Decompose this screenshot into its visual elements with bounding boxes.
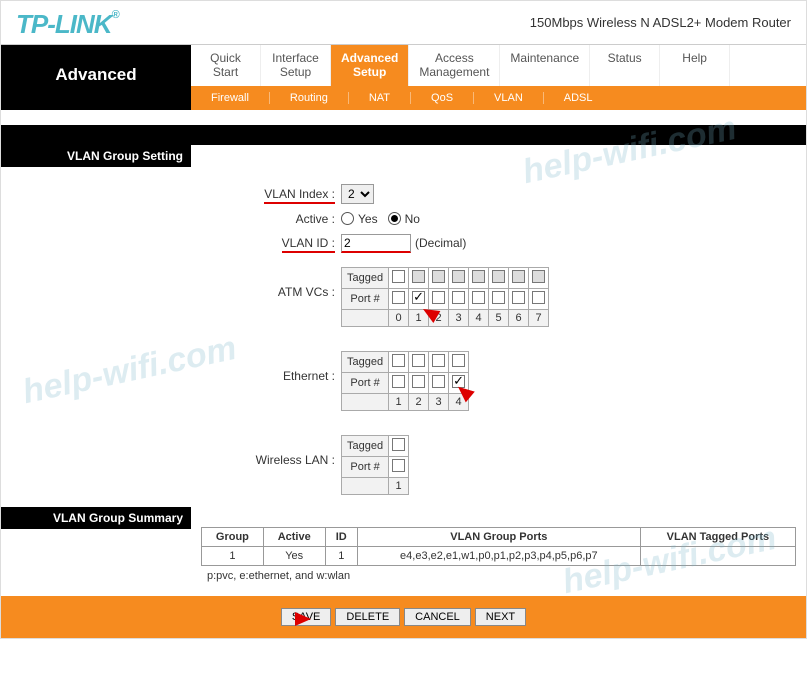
main-tab-status[interactable]: Status — [590, 45, 660, 86]
eth-grid-port-2[interactable] — [432, 375, 445, 388]
eth-grid-tagged-0[interactable] — [392, 354, 405, 367]
summary-col: Active — [263, 527, 325, 546]
eth-grid-port-1[interactable] — [412, 375, 425, 388]
summary-cell: Yes — [263, 546, 325, 565]
vlan-id-input[interactable] — [341, 234, 411, 253]
eth-grid-tagged-3[interactable] — [452, 354, 465, 367]
sub-tab-qos[interactable]: QoS — [411, 92, 474, 104]
active-label: Active : — [211, 212, 341, 226]
cancel-button[interactable]: CANCEL — [404, 608, 471, 626]
sub-tab-adsl[interactable]: ADSL — [544, 92, 613, 104]
main-tab-advanced-setup[interactable]: Advanced Setup — [331, 45, 409, 86]
arrow-indicator — [251, 608, 311, 630]
summary-cell: e4,e3,e2,e1,w1,p0,p1,p2,p3,p4,p5,p6,p7 — [357, 546, 640, 565]
wlan-grid-tagged-0[interactable] — [392, 438, 405, 451]
main-tab-access-management[interactable]: Access Management — [409, 45, 500, 86]
atm-grid-port-7[interactable] — [532, 291, 545, 304]
ethernet-port-grid: TaggedPort #1234 — [341, 351, 469, 411]
vlan-index-select[interactable]: 2 — [341, 184, 374, 204]
nav-section-label: Advanced — [1, 45, 191, 110]
summary-cell: 1 — [202, 546, 264, 565]
main-tab-maintenance[interactable]: Maintenance — [500, 45, 590, 86]
atm-grid-tagged-2[interactable] — [432, 270, 445, 283]
summary-cell: 1 — [325, 546, 357, 565]
atm-grid-port-1[interactable] — [412, 291, 425, 304]
main-tab-quick-start[interactable]: Quick Start — [191, 45, 261, 86]
atm-grid-tagged-1[interactable] — [412, 270, 425, 283]
summary-legend: p:pvc, e:ethernet, and w:wlan — [201, 566, 796, 582]
wlan-grid-port-0[interactable] — [392, 459, 405, 472]
summary-col: Group — [202, 527, 264, 546]
vlan-id-suffix: (Decimal) — [415, 236, 466, 250]
vlan-summary-table: GroupActiveIDVLAN Group PortsVLAN Tagged… — [201, 527, 796, 566]
wireless-lan-label: Wireless LAN : — [211, 435, 341, 467]
next-button[interactable]: NEXT — [475, 608, 526, 626]
summary-col: VLAN Group Ports — [357, 527, 640, 546]
summary-col: ID — [325, 527, 357, 546]
summary-cell — [640, 546, 795, 565]
vlan-index-label: VLAN Index : — [264, 187, 335, 204]
atm-grid-tagged-6[interactable] — [512, 270, 525, 283]
main-tab-interface-setup[interactable]: Interface Setup — [261, 45, 331, 86]
atm-grid-tagged-7[interactable] — [532, 270, 545, 283]
product-name: 150Mbps Wireless N ADSL2+ Modem Router — [530, 15, 791, 30]
atm-grid-port-0[interactable] — [392, 291, 405, 304]
atm-grid-port-3[interactable] — [452, 291, 465, 304]
atm-vcs-label: ATM VCs : — [211, 267, 341, 299]
vlan-id-label: VLAN ID : — [282, 236, 335, 253]
active-yes-radio[interactable] — [341, 212, 354, 225]
active-yes-text: Yes — [358, 212, 378, 226]
ethernet-label: Ethernet : — [211, 351, 341, 383]
summary-col: VLAN Tagged Ports — [640, 527, 795, 546]
sub-tab-routing[interactable]: Routing — [270, 92, 349, 104]
eth-grid-tagged-1[interactable] — [412, 354, 425, 367]
main-tab-help[interactable]: Help — [660, 45, 730, 86]
sub-tab-firewall[interactable]: Firewall — [191, 92, 270, 104]
atm-grid-tagged-3[interactable] — [452, 270, 465, 283]
atm-grid-tagged-0[interactable] — [392, 270, 405, 283]
eth-grid-port-0[interactable] — [392, 375, 405, 388]
sub-tab-nat[interactable]: NAT — [349, 92, 411, 104]
atm-grid-tagged-5[interactable] — [492, 270, 505, 283]
section-vlan-group-setting: VLAN Group Setting — [1, 145, 191, 167]
eth-grid-tagged-2[interactable] — [432, 354, 445, 367]
atm-grid-port-4[interactable] — [472, 291, 485, 304]
atm-grid-port-6[interactable] — [512, 291, 525, 304]
atm-grid-port-5[interactable] — [492, 291, 505, 304]
delete-button[interactable]: DELETE — [335, 608, 400, 626]
active-no-radio[interactable] — [388, 212, 401, 225]
sub-tab-vlan[interactable]: VLAN — [474, 92, 544, 104]
active-no-text: No — [405, 212, 420, 226]
logo: TP-LINK® — [16, 9, 119, 40]
section-vlan-group-summary: VLAN Group Summary — [1, 507, 191, 529]
atm-grid-tagged-4[interactable] — [472, 270, 485, 283]
wlan-port-grid: TaggedPort #1 — [341, 435, 409, 495]
